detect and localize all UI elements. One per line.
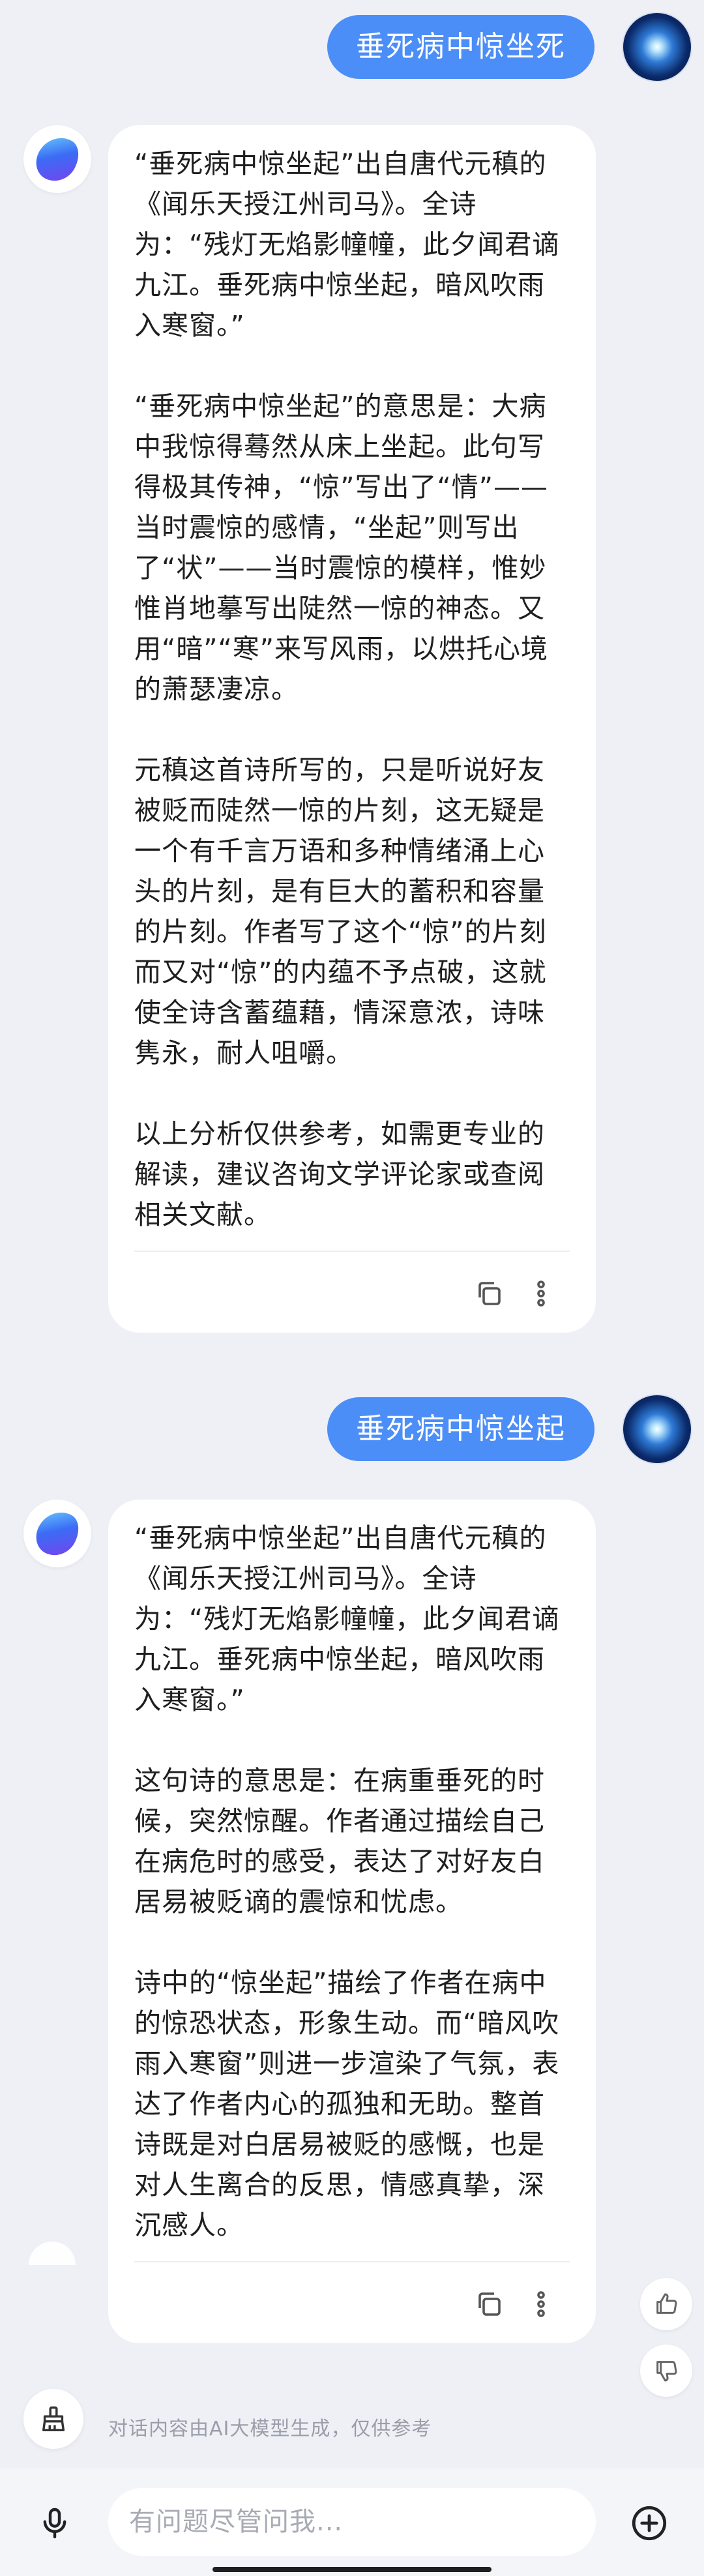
message-actions (134, 1251, 570, 1333)
voice-input-button[interactable] (34, 2502, 76, 2544)
message-paragraph: “垂死病中惊坐起”出自唐代元稹的《闻乐天授江州司马》。全诗为：“残灯无焰影幢幢，… (134, 148, 560, 341)
plus-circle-icon (632, 2506, 667, 2541)
message-paragraph: “垂死病中惊坐起”出自唐代元稹的《闻乐天授江州司马》。全诗为：“残灯无焰影幢幢，… (134, 1522, 560, 1715)
broom-icon (42, 2406, 65, 2431)
input-bar: 有问题尽管问我... (0, 2468, 704, 2576)
message-paragraph: 以上分析仅供参考，如需更专业的解读，建议咨询文学评论家或查阅相关文献。 (134, 1118, 545, 1230)
ai-disclaimer: 对话内容由AI大模型生成，仅供参考 (108, 2418, 432, 2440)
assistant-logo-icon (29, 1504, 85, 1563)
user-message-bubble[interactable]: 垂死病中惊坐死 (327, 15, 594, 79)
assistant-logo-icon (29, 130, 85, 188)
user-avatar (623, 13, 691, 81)
more-vertical-icon (537, 1281, 545, 1307)
assistant-avatar (23, 1500, 91, 1567)
user-message: 垂死病中惊坐起 (327, 1395, 704, 1463)
dislike-button[interactable] (640, 2345, 692, 2397)
user-message-bubble[interactable]: 垂死病中惊坐起 (327, 1397, 594, 1461)
home-indicator[interactable] (213, 2567, 491, 2572)
more-options-button[interactable] (523, 1275, 559, 1312)
copy-button[interactable] (471, 2286, 507, 2322)
assistant-message-card: “垂死病中惊坐起”出自唐代元稹的《闻乐天授江州司马》。全诗为：“残灯无焰影幢幢，… (108, 1500, 596, 2343)
thumbs-up-icon (656, 2293, 677, 2314)
user-avatar (623, 1395, 691, 1463)
assistant-message-card: “垂死病中惊坐起”出自唐代元稹的《闻乐天授江州司马》。全诗为：“残灯无焰影幢幢，… (108, 125, 596, 1333)
message-paragraph: 这句诗的意思是：在病重垂死的时候，突然惊醒。作者通过描绘自己在病危时的感受，表达… (134, 1765, 545, 1917)
like-button[interactable] (640, 2278, 692, 2330)
microphone-icon (43, 2508, 66, 2539)
message-paragraph: 诗中的“惊坐起”描绘了作者在病中的惊恐状态，形象生动。而“暗风吹雨入寒窗”则进一… (134, 1967, 560, 2241)
copy-icon (478, 1282, 501, 1305)
assistant-avatar (23, 125, 91, 193)
copy-icon (478, 2292, 501, 2316)
chat-input[interactable]: 有问题尽管问我... (108, 2488, 596, 2556)
message-paragraph: “垂死病中惊坐起”的意思是：大病中我惊得蓦然从床上坐起。此句写得极其传神，“惊”… (134, 391, 548, 705)
thumbs-down-icon (656, 2361, 677, 2382)
copy-button[interactable] (471, 1275, 507, 1312)
more-options-button[interactable] (523, 2286, 559, 2322)
more-vertical-icon (537, 2291, 545, 2317)
message-actions (134, 2261, 570, 2343)
clear-chat-button[interactable] (23, 2389, 83, 2449)
add-attachment-button[interactable] (628, 2502, 670, 2544)
scroll-indicator[interactable] (29, 2242, 76, 2265)
message-paragraph: 元稹这首诗所写的，只是听说好友被贬而陡然一惊的片刻，这无疑是一个有千言万语和多种… (134, 754, 547, 1069)
user-message: 垂死病中惊坐死 (327, 13, 704, 81)
